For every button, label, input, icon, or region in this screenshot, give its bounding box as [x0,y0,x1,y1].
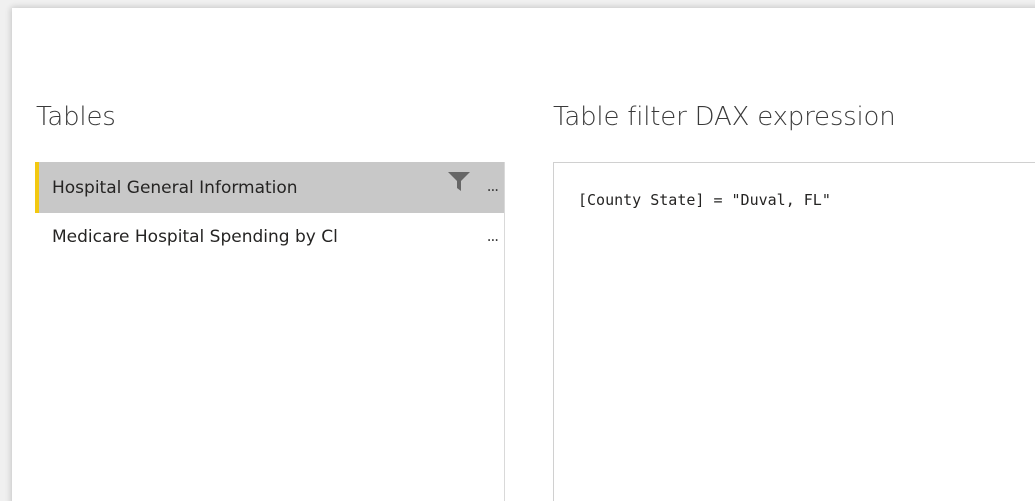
more-options-button[interactable]: ... [487,176,499,196]
roles-editor-page: Tables Table filter DAX expression Hospi… [0,0,1035,501]
table-item-hospital-general-information[interactable]: Hospital General Information ... [35,162,504,213]
tables-list: Hospital General Information ... Medicar… [35,162,505,501]
table-item-medicare-hospital-spending[interactable]: Medicare Hospital Spending by Cl ... [35,209,504,265]
dax-expression-editor[interactable]: [County State] = "Duval, FL" [553,162,1035,501]
more-options-button[interactable]: ... [487,226,499,246]
dax-expression-heading: Table filter DAX expression [553,102,896,132]
table-item-label: Hospital General Information [52,177,298,198]
tables-heading: Tables [36,102,116,132]
table-item-label: Medicare Hospital Spending by Cl [52,227,338,247]
dax-expression-text[interactable]: [County State] = "Duval, FL" [578,191,831,209]
filter-icon[interactable] [448,172,470,192]
